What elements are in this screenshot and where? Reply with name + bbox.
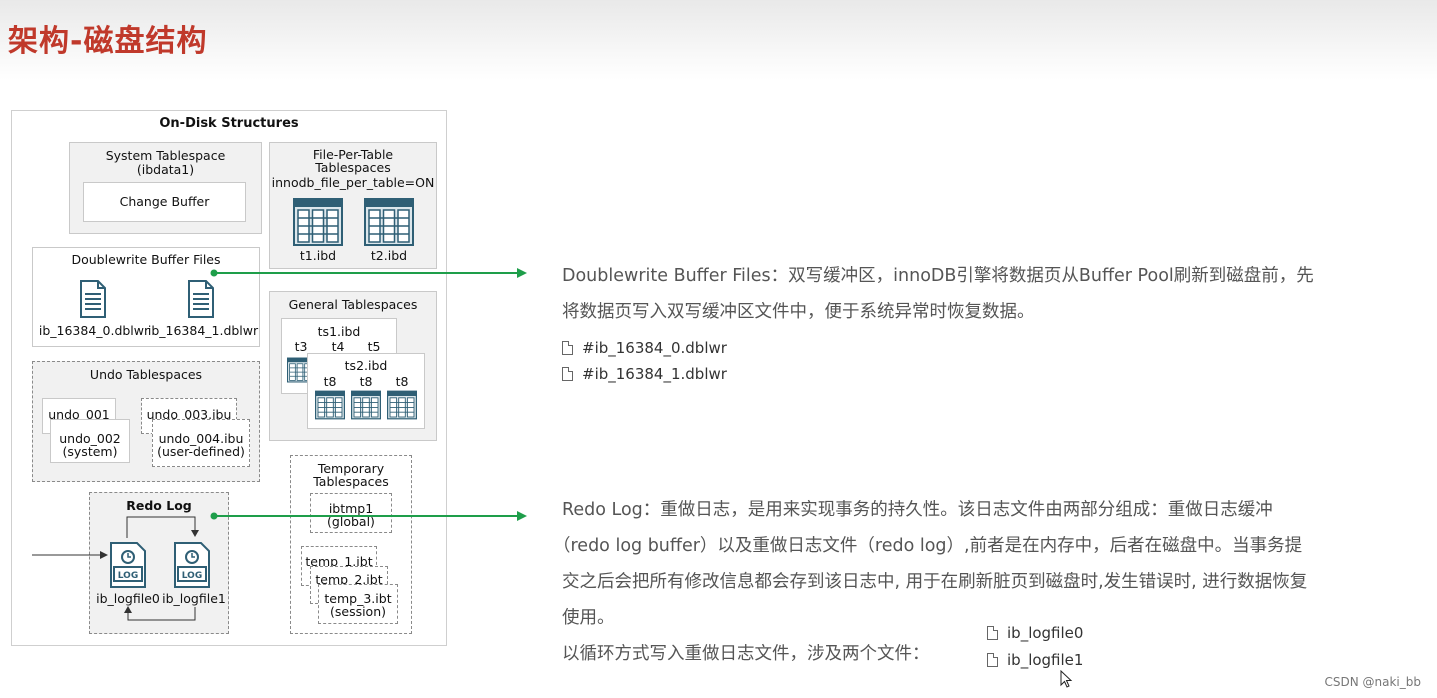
redo-description-line4: 使用。 [562, 608, 615, 628]
undo-004-sub: (user-defined) [157, 444, 245, 459]
redo-description-line5: 以循环方式写入重做日志文件，涉及两个文件： [562, 644, 930, 664]
redo-description-line2: （redo log buffer）以及重做日志文件（redo log）,前者是在… [553, 536, 1303, 556]
logfile-entry: ib_logfile0 [987, 624, 1083, 642]
dblwr-file-entry: #ib_16384_0.dblwr [562, 339, 727, 357]
dblwr-file-entry-label: #ib_16384_0.dblwr [582, 339, 727, 357]
redo-description-line3: 交之后会把所有修改信息都会存到该日志中, 用于在刷新脏页到磁盘时,发生错误时, … [562, 572, 1308, 592]
file-label-t1: t1.ibd [299, 248, 337, 263]
temporary-title2: Tablespaces [313, 474, 389, 489]
document-icon [80, 280, 106, 318]
file-icon [562, 367, 573, 381]
undo-tablespaces-title: Undo Tablespaces [89, 367, 203, 382]
logfile-entry: ib_logfile1 [987, 651, 1083, 669]
system-tablespace-title: System Tablespace [105, 148, 226, 163]
redo-description-line1: Redo Log：重做日志，是用来实现事务的持久性。该日志文件由两部分组成：重做… [562, 500, 1273, 520]
system-tablespace-file: (ibdata1) [136, 162, 195, 177]
ts1-table-t4: t4 [331, 339, 345, 354]
doublewrite-connector-arrow [210, 268, 527, 278]
ts2-table-3: t8 [395, 374, 409, 389]
ts2-table-1: t8 [323, 374, 337, 389]
redo-log-connector-arrow [210, 511, 527, 521]
logfile-entry-label: ib_logfile0 [1007, 624, 1084, 642]
ts1-table-t3: t3 [294, 339, 308, 354]
page-title: 架构-磁盘结构 [8, 24, 208, 59]
file-icon [987, 626, 998, 640]
table-icon [293, 198, 343, 246]
file-per-table-setting: innodb_file_per_table=ON [271, 175, 435, 190]
redo-cycle-arrows [32, 516, 199, 621]
ts1-table-t5: t5 [367, 339, 381, 354]
dblwr-file-entry: #ib_16384_1.dblwr [562, 365, 727, 383]
diagram-heading: On-Disk Structures [159, 116, 299, 131]
dblwr-file-1: ib_16384_1.dblwr [147, 323, 259, 338]
mouse-cursor-icon [1060, 670, 1073, 688]
table-icon [351, 389, 381, 421]
general-tablespaces-title: General Tablespaces [288, 297, 418, 312]
file-icon [562, 341, 573, 355]
table-icon [387, 389, 417, 421]
file-per-table-title2: Tablespaces [315, 160, 391, 175]
dblwr-file-0: ib_16384_0.dblwr [38, 323, 150, 338]
header-band [0, 0, 1437, 80]
file-label-t2: t2.ibd [370, 248, 408, 263]
file-icon [987, 653, 998, 667]
document-icon [188, 280, 214, 318]
ts2-table-2: t8 [359, 374, 373, 389]
doublewrite-description-line1: Doublewrite Buffer Files：双写缓冲区，innoDB引擎将… [562, 266, 1314, 286]
table-icon [364, 198, 414, 246]
watermark: CSDN @naki_bb [1324, 675, 1421, 689]
table-icon [315, 389, 345, 421]
temp3-sub: (session) [329, 604, 387, 619]
change-buffer-label: Change Buffer [119, 194, 210, 209]
undo-002-sub: (system) [62, 444, 118, 459]
ts1-label: ts1.ibd [317, 324, 361, 339]
ts2-label: ts2.ibd [344, 358, 388, 373]
dblwr-file-entry-label: #ib_16384_1.dblwr [582, 365, 727, 383]
logfile-entry-label: ib_logfile1 [1007, 651, 1084, 669]
doublewrite-description-line2: 将数据页写入双写缓冲区文件中，便于系统异常时恢复数据。 [562, 302, 1035, 322]
